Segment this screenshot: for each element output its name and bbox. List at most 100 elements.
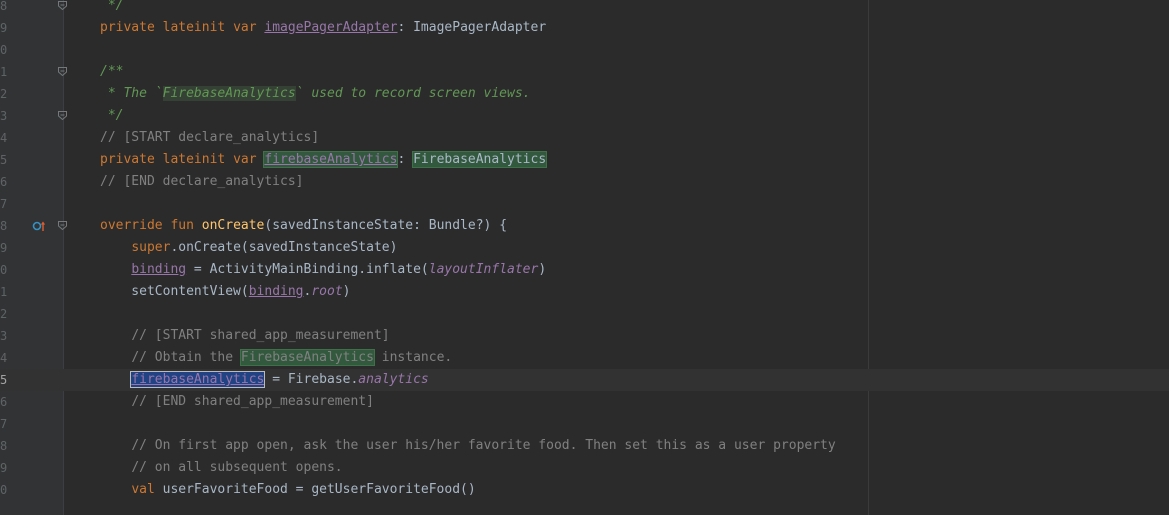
code-token: super bbox=[131, 240, 171, 255]
code-editor[interactable]: 8 */ 9 private lateinit var imagePagerAdap… bbox=[0, 0, 1169, 515]
code-token: * The ` bbox=[100, 86, 163, 101]
code-token: // [START declare_analytics] bbox=[100, 130, 320, 145]
code-line[interactable]: 6 // [END shared_app_measurement] bbox=[0, 391, 1169, 413]
line-number: 8 bbox=[0, 439, 7, 453]
code-token: root bbox=[311, 284, 343, 299]
code-token: = Firebase. bbox=[264, 372, 359, 387]
code-token: val bbox=[131, 482, 163, 497]
code-token: binding bbox=[248, 284, 304, 299]
code-token: fun bbox=[170, 218, 202, 233]
code-token: ) bbox=[538, 262, 547, 277]
fold-marker-icon[interactable] bbox=[58, 221, 67, 230]
override-method-icon[interactable] bbox=[32, 220, 46, 232]
line-number: 9 bbox=[0, 241, 7, 255]
code-token: */ bbox=[100, 0, 124, 13]
code-token: // on all subsequent opens. bbox=[131, 460, 343, 475]
code-line[interactable]: 1 setContentView(binding.root) bbox=[0, 281, 1169, 303]
code-text[interactable]: /** bbox=[100, 61, 123, 83]
code-line[interactable]: 8 */ bbox=[0, 0, 1169, 17]
code-token: : bbox=[397, 152, 414, 167]
line-number: 2 bbox=[0, 87, 7, 101]
code-text[interactable]: setContentView(binding.root) bbox=[100, 281, 350, 303]
code-token: (savedInstanceState: Bundle?) { bbox=[264, 218, 508, 233]
code-text[interactable]: // [END declare_analytics] bbox=[100, 171, 304, 193]
code-line[interactable]: 7 bbox=[0, 413, 1169, 435]
code-line[interactable]: 4 // [START declare_analytics] bbox=[0, 127, 1169, 149]
line-number: 6 bbox=[0, 175, 7, 189]
code-text[interactable]: val userFavoriteFood = getUserFavoriteFo… bbox=[100, 479, 475, 501]
code-line[interactable]: 8 // On first app open, ask the user his… bbox=[0, 435, 1169, 457]
line-number: 1 bbox=[0, 65, 7, 79]
code-token: firebaseAnalytics bbox=[130, 371, 266, 388]
code-line[interactable]: 2 bbox=[0, 303, 1169, 325]
code-line[interactable]: 0 bbox=[0, 39, 1169, 61]
code-text[interactable]: // [START declare_analytics] bbox=[100, 127, 319, 149]
code-line[interactable]: 0 val userFavoriteFood = getUserFavorite… bbox=[0, 479, 1169, 501]
code-token: FirebaseAnalytics bbox=[239, 349, 375, 366]
code-token: lateinit bbox=[162, 20, 234, 35]
code-text[interactable]: private lateinit var imagePagerAdapter: … bbox=[100, 17, 546, 39]
code-token: // Obtain the bbox=[131, 350, 241, 365]
code-text[interactable]: firebaseAnalytics = Firebase.analytics bbox=[100, 369, 429, 391]
line-number: 2 bbox=[0, 307, 7, 321]
code-text[interactable]: override fun onCreate(savedInstanceState… bbox=[100, 215, 507, 237]
code-line[interactable]: 4 // Obtain the FirebaseAnalytics instan… bbox=[0, 347, 1169, 369]
line-number: 5 bbox=[0, 373, 7, 387]
code-line[interactable]: 9 // on all subsequent opens. bbox=[0, 457, 1169, 479]
line-number: 0 bbox=[0, 483, 7, 497]
code-token: = ActivityMainBinding.inflate( bbox=[186, 262, 429, 277]
code-text[interactable]: binding = ActivityMainBinding.inflate(la… bbox=[100, 259, 546, 281]
code-token: // [START shared_app_measurement] bbox=[131, 328, 390, 343]
code-line[interactable]: 9 private lateinit var imagePagerAdapter:… bbox=[0, 17, 1169, 39]
code-text[interactable]: // [END shared_app_measurement] bbox=[100, 391, 374, 413]
code-text[interactable]: // on all subsequent opens. bbox=[100, 457, 343, 479]
code-line[interactable]: 5 private lateinit var firebaseAnalytics:… bbox=[0, 149, 1169, 171]
code-token: // [END shared_app_measurement] bbox=[131, 394, 374, 409]
code-text[interactable]: // On first app open, ask the user his/h… bbox=[100, 435, 835, 457]
line-number: 6 bbox=[0, 395, 7, 409]
code-token: var bbox=[233, 152, 265, 167]
fold-marker-icon[interactable] bbox=[58, 67, 67, 76]
code-token: private bbox=[100, 152, 163, 167]
code-token: private bbox=[100, 20, 163, 35]
code-text[interactable]: */ bbox=[100, 105, 124, 127]
line-number: 9 bbox=[0, 21, 7, 35]
code-token: : ImagePagerAdapter bbox=[397, 20, 547, 35]
line-number: 7 bbox=[0, 417, 7, 431]
fold-marker-icon[interactable] bbox=[58, 1, 67, 10]
code-token: ` used to record screen views. bbox=[295, 86, 531, 101]
code-token: FirebaseAnalytics bbox=[162, 86, 296, 101]
fold-marker-icon[interactable] bbox=[58, 111, 67, 120]
code-text[interactable]: // Obtain the FirebaseAnalytics instance… bbox=[100, 347, 452, 369]
code-token: .onCreate(savedInstanceState) bbox=[170, 240, 398, 255]
code-line[interactable]: 7 bbox=[0, 193, 1169, 215]
code-token: FirebaseAnalytics bbox=[412, 151, 548, 168]
code-token: ) bbox=[342, 284, 351, 299]
code-token: var bbox=[233, 20, 265, 35]
line-number: 0 bbox=[0, 43, 7, 57]
code-line[interactable]: 3 // [START shared_app_measurement] bbox=[0, 325, 1169, 347]
code-line[interactable]: 6 // [END declare_analytics] bbox=[0, 171, 1169, 193]
code-line[interactable]: 9 super.onCreate(savedInstanceState) bbox=[0, 237, 1169, 259]
code-line[interactable]: 2 * The `FirebaseAnalytics` used to reco… bbox=[0, 83, 1169, 105]
code-line[interactable]: 8 override fun onCreate(savedInstanceStat… bbox=[0, 215, 1169, 237]
code-text[interactable]: * The `FirebaseAnalytics` used to record… bbox=[100, 83, 531, 105]
code-text[interactable]: private lateinit var firebaseAnalytics: … bbox=[100, 149, 548, 171]
code-text[interactable]: // [START shared_app_measurement] bbox=[100, 325, 390, 347]
code-line[interactable]: 3 */ bbox=[0, 105, 1169, 127]
line-number: 4 bbox=[0, 131, 7, 145]
code-token: firebaseAnalytics bbox=[263, 151, 399, 168]
code-line[interactable]: 5 firebaseAnalytics = Firebase.analytics bbox=[0, 369, 1169, 391]
code-line[interactable]: 1 /** bbox=[0, 61, 1169, 83]
code-line[interactable]: 0 binding = ActivityMainBinding.inflate(… bbox=[0, 259, 1169, 281]
code-text[interactable]: */ bbox=[100, 0, 124, 17]
code-token: */ bbox=[100, 108, 124, 123]
code-text[interactable]: super.onCreate(savedInstanceState) bbox=[100, 237, 397, 259]
code-token: lateinit bbox=[162, 152, 234, 167]
